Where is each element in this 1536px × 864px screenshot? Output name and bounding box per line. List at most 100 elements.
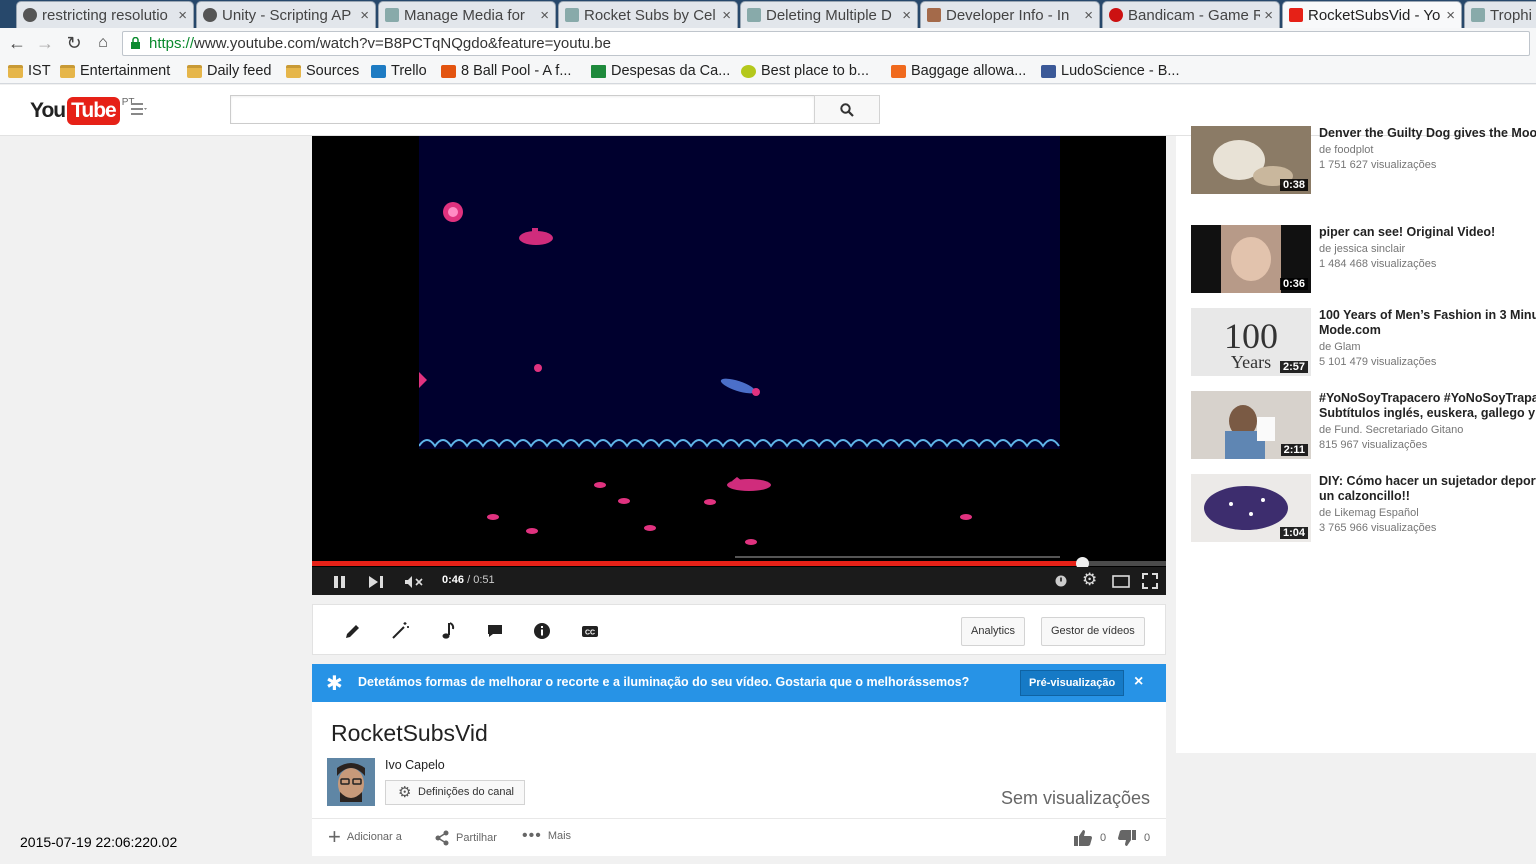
related-video-views: 3 765 966 visualizações xyxy=(1319,522,1437,534)
asterisk-icon: ✱ xyxy=(326,673,343,695)
close-tab-icon[interactable]: × xyxy=(1264,7,1273,24)
video-manager-button[interactable]: Gestor de vídeos xyxy=(1041,617,1145,646)
like-count: 0 xyxy=(1100,832,1107,844)
channel-name[interactable]: Ivo Capelo xyxy=(385,758,445,772)
channel-settings-button[interactable]: ⚙ Definições do canal xyxy=(385,780,526,805)
browser-tab[interactable]: Manage Media for × xyxy=(378,1,556,28)
guide-menu-icon[interactable] xyxy=(131,103,147,115)
tab-title: RocketSubsVid - Yo xyxy=(1308,6,1441,24)
bookmark-baggage[interactable]: Baggage allowa... xyxy=(891,61,1026,81)
browser-tab[interactable]: Deleting Multiple D × xyxy=(740,1,918,28)
bookmark-label: Sources xyxy=(306,63,360,79)
folder-icon xyxy=(187,64,202,78)
video-player[interactable] xyxy=(312,136,1166,595)
search-button[interactable] xyxy=(814,95,880,124)
analytics-button[interactable]: Analytics xyxy=(961,617,1026,646)
settings-gear-icon[interactable]: ⚙ xyxy=(1082,570,1097,590)
close-tab-icon[interactable]: × xyxy=(902,7,911,24)
edit-pencil-icon[interactable] xyxy=(343,621,363,641)
tab-title: restricting resolutio xyxy=(42,6,168,24)
bookmark-8-ball-pool[interactable]: 8 Ball Pool - A f... xyxy=(441,61,571,81)
more-button[interactable]: ••• Mais xyxy=(522,828,572,844)
facebook-icon xyxy=(1041,64,1056,78)
recording-timestamp: 2015-07-19 22:06:220.02 xyxy=(20,834,178,850)
browser-tab-active[interactable]: RocketSubsVid - Yo × xyxy=(1282,1,1462,28)
preview-button[interactable]: Pré-visualização xyxy=(1020,670,1125,696)
share-button[interactable]: Partilhar xyxy=(434,830,497,846)
bookmark-sources[interactable]: Sources xyxy=(286,61,359,81)
enhancements-wand-icon[interactable] xyxy=(390,621,410,641)
browser-toolbar: ← → ↻ ⌂ https://www.youtube.com/watch?v=… xyxy=(0,28,1536,58)
related-video-item[interactable]: 2:11 #YoNoSoyTrapacero #YoNoSoyTrapa Sub… xyxy=(1191,391,1536,459)
related-video-item[interactable]: 100 Years 2:57 100 Years of Men’s Fashion… xyxy=(1191,308,1536,376)
svg-text:CC: CC xyxy=(585,630,595,637)
browser-tab[interactable]: Unity - Scripting AP × xyxy=(196,1,376,28)
browser-tab[interactable]: Rocket Subs by Cel × xyxy=(558,1,738,28)
page-icon xyxy=(565,8,579,22)
close-tab-icon[interactable]: × xyxy=(722,7,731,24)
related-video-views: 1 751 627 visualizações xyxy=(1319,159,1437,171)
bookmark-label: Despesas da Ca... xyxy=(611,63,731,79)
info-icon[interactable] xyxy=(532,621,552,641)
bookmark-best-place[interactable]: Best place to b... xyxy=(741,61,869,81)
close-tab-icon[interactable]: × xyxy=(1446,7,1455,24)
bookmark-trello[interactable]: Trello xyxy=(371,61,427,81)
next-icon[interactable] xyxy=(368,575,386,589)
related-video-item[interactable]: 1:04 DIY: Cómo hacer un sujetador deport… xyxy=(1191,474,1536,542)
annotations-icon[interactable] xyxy=(485,621,505,641)
related-video-item[interactable]: 0:38 Denver the Guilty Dog gives the Moo… xyxy=(1191,126,1536,194)
close-tab-icon[interactable]: × xyxy=(360,7,369,24)
channel-avatar[interactable] xyxy=(327,758,375,806)
bookmark-label: IST xyxy=(28,63,51,79)
pool-icon xyxy=(441,64,456,78)
fullscreen-icon[interactable] xyxy=(1142,573,1158,589)
related-video-title: Denver the Guilty Dog gives the Moon xyxy=(1319,126,1536,140)
more-label: Mais xyxy=(547,830,572,842)
bookmark-ist[interactable]: IST xyxy=(8,61,51,81)
forward-icon[interactable]: → xyxy=(34,32,56,54)
page-icon xyxy=(1471,8,1485,22)
close-icon[interactable]: × xyxy=(1134,673,1143,691)
related-video-channel: de Glam xyxy=(1319,341,1361,353)
url-text: www.youtube.com/watch?v=B8PCTqNQgdo&feat… xyxy=(194,35,611,52)
reload-icon[interactable]: ↻ xyxy=(63,32,85,54)
dislike-button[interactable]: 0 xyxy=(1118,830,1150,846)
audio-note-icon[interactable] xyxy=(438,621,458,641)
page-icon xyxy=(747,8,761,22)
browser-tab[interactable]: Bandicam - Game R × xyxy=(1102,1,1280,28)
current-time: 0:46 xyxy=(442,574,465,586)
bookmark-label: 8 Ball Pool - A f... xyxy=(461,63,572,79)
video-duration: 1:04 xyxy=(1279,527,1308,539)
back-icon[interactable]: ← xyxy=(6,32,28,54)
youtube-logo[interactable]: You Tube PT xyxy=(30,97,135,125)
bandicam-icon xyxy=(1109,8,1123,22)
bookmark-entertainment[interactable]: Entertainment xyxy=(60,61,170,81)
folder-icon xyxy=(60,64,75,78)
browser-tab[interactable]: Developer Info - In × xyxy=(920,1,1100,28)
browser-tab[interactable]: Trophi xyxy=(1464,1,1536,28)
close-tab-icon[interactable]: × xyxy=(1084,7,1093,24)
video-duration: 0:36 xyxy=(1279,278,1308,290)
theater-mode-icon[interactable] xyxy=(1112,575,1130,588)
pause-icon[interactable] xyxy=(333,575,347,589)
close-tab-icon[interactable]: × xyxy=(540,7,549,24)
home-icon[interactable]: ⌂ xyxy=(92,32,114,54)
subtitles-cc-icon[interactable]: CC xyxy=(580,621,600,641)
like-button[interactable]: 0 xyxy=(1074,830,1106,846)
unity-icon xyxy=(23,8,37,22)
bookmark-ludoscience[interactable]: LudoScience - B... xyxy=(1041,61,1180,81)
bookmark-label: Entertainment xyxy=(80,63,171,79)
address-bar[interactable]: https://www.youtube.com/watch?v=B8PCTqNQ… xyxy=(122,31,1530,56)
add-to-button[interactable]: + Adicionar a xyxy=(328,826,402,848)
mute-icon[interactable] xyxy=(404,575,424,589)
bookmark-daily-feed[interactable]: Daily feed xyxy=(187,61,271,81)
close-tab-icon[interactable]: × xyxy=(178,7,187,24)
browser-tab[interactable]: restricting resolutio × xyxy=(16,1,194,28)
svg-text:100: 100 xyxy=(1224,316,1278,356)
bookmark-label: Best place to b... xyxy=(761,63,870,79)
watch-later-icon[interactable] xyxy=(1055,575,1067,587)
search-input[interactable] xyxy=(230,95,815,124)
tab-title: Trophi xyxy=(1490,6,1532,24)
related-video-item[interactable]: 0:36 piper can see! Original Video! de j… xyxy=(1191,225,1531,293)
bookmark-despesas[interactable]: Despesas da Ca... xyxy=(591,61,730,81)
